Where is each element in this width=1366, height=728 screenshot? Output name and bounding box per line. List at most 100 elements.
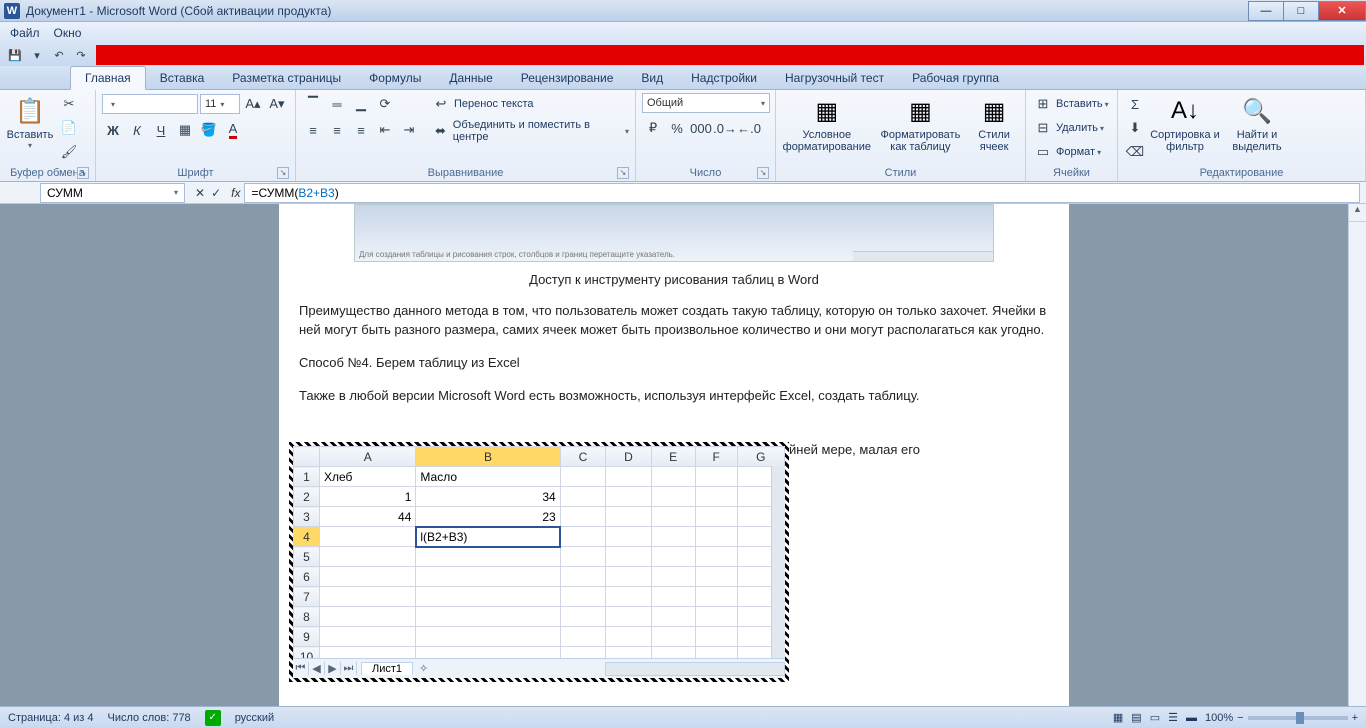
menu-file[interactable]: Файл	[10, 26, 40, 40]
dialog-launcher-icon[interactable]: ↘	[77, 167, 89, 179]
cell[interactable]	[651, 487, 695, 507]
cell[interactable]	[560, 547, 606, 567]
row-header[interactable]: 2	[294, 487, 320, 507]
delete-cells-button[interactable]: ⊟Удалить▾	[1032, 117, 1104, 139]
cell[interactable]	[320, 547, 416, 567]
cell[interactable]	[320, 527, 416, 547]
cell[interactable]	[606, 547, 652, 567]
cell[interactable]	[695, 627, 737, 647]
indent-inc-icon[interactable]: ⇥	[398, 119, 420, 141]
shrink-font-icon[interactable]: A▾	[266, 93, 288, 115]
cell[interactable]	[560, 507, 606, 527]
cell[interactable]	[695, 527, 737, 547]
cell-styles-button[interactable]: ▦Стили ячеек	[969, 93, 1019, 153]
cell[interactable]	[560, 467, 606, 487]
close-button[interactable]: ✕	[1318, 1, 1366, 21]
col-header[interactable]: G	[737, 447, 784, 467]
wrap-text-button[interactable]: ↩Перенос текста	[430, 93, 629, 115]
orientation-icon[interactable]: ⟳	[374, 93, 396, 115]
find-select-button[interactable]: 🔍Найти и выделить	[1224, 93, 1290, 153]
align-bottom-icon[interactable]: ▁	[350, 93, 372, 115]
select-all-corner[interactable]	[294, 447, 320, 467]
menu-window[interactable]: Окно	[54, 26, 82, 40]
cell[interactable]	[416, 627, 560, 647]
cell[interactable]: Масло	[416, 467, 560, 487]
cell[interactable]	[695, 567, 737, 587]
undo-icon[interactable]: ↶	[50, 46, 68, 64]
cell[interactable]	[695, 507, 737, 527]
save-icon[interactable]: 💾	[6, 46, 24, 64]
indent-dec-icon[interactable]: ⇤	[374, 119, 396, 141]
cell[interactable]: Хлеб	[320, 467, 416, 487]
format-painter-icon[interactable]: 🖌	[58, 141, 80, 163]
row-header[interactable]: 3	[294, 507, 320, 527]
enter-formula-icon[interactable]: ✓	[211, 186, 221, 200]
cell[interactable]	[320, 587, 416, 607]
cell[interactable]	[560, 647, 606, 659]
view-outline-icon[interactable]: ☰	[1168, 711, 1178, 724]
zoom-slider[interactable]	[1248, 716, 1348, 720]
tab-team[interactable]: Рабочая группа	[898, 67, 1013, 89]
dialog-launcher-icon[interactable]: ↘	[277, 167, 289, 179]
cell[interactable]	[651, 627, 695, 647]
col-header[interactable]: A	[320, 447, 416, 467]
tab-data[interactable]: Данные	[435, 67, 506, 89]
sheet-nav-next-icon[interactable]: ▶	[325, 662, 341, 675]
clear-icon[interactable]: ⌫	[1124, 141, 1146, 163]
col-header[interactable]: D	[606, 447, 652, 467]
tab-loadtest[interactable]: Нагрузочный тест	[771, 67, 898, 89]
comma-icon[interactable]: 000	[690, 117, 712, 139]
tab-layout[interactable]: Разметка страницы	[218, 67, 355, 89]
currency-icon[interactable]: ₽	[642, 117, 664, 139]
align-left-icon[interactable]: ≡	[302, 119, 324, 141]
grow-font-icon[interactable]: A▴	[242, 93, 264, 115]
sheet-tab[interactable]: Лист1	[361, 662, 413, 675]
fx-icon[interactable]: fx	[227, 186, 244, 200]
cancel-formula-icon[interactable]: ✕	[195, 186, 205, 200]
maximize-button[interactable]: □	[1283, 1, 1319, 21]
tab-view[interactable]: Вид	[627, 67, 677, 89]
cell[interactable]	[606, 567, 652, 587]
cell[interactable]	[320, 607, 416, 627]
percent-icon[interactable]: %	[666, 117, 688, 139]
status-language[interactable]: русский	[235, 712, 274, 724]
col-header[interactable]: C	[560, 447, 606, 467]
col-header[interactable]: F	[695, 447, 737, 467]
excel-hscroll[interactable]	[605, 662, 785, 676]
minimize-button[interactable]: —	[1248, 1, 1284, 21]
cell[interactable]	[606, 647, 652, 659]
align-right-icon[interactable]: ≡	[350, 119, 372, 141]
cell[interactable]	[695, 467, 737, 487]
cell[interactable]	[606, 467, 652, 487]
tab-insert[interactable]: Вставка	[146, 67, 219, 89]
format-cells-button[interactable]: ▭Формат▾	[1032, 141, 1101, 163]
tab-review[interactable]: Рецензирование	[507, 67, 628, 89]
cell[interactable]	[606, 627, 652, 647]
borders-icon[interactable]: ▦	[174, 119, 196, 141]
dialog-launcher-icon[interactable]: ↘	[617, 167, 629, 179]
cell[interactable]	[416, 607, 560, 627]
cell[interactable]	[695, 587, 737, 607]
cell[interactable]	[320, 567, 416, 587]
cell[interactable]	[651, 547, 695, 567]
col-header[interactable]: E	[651, 447, 695, 467]
cell[interactable]: 23	[416, 507, 560, 527]
status-page[interactable]: Страница: 4 из 4	[8, 712, 94, 724]
font-size-combo[interactable]: 11▾	[200, 94, 240, 114]
cell[interactable]: 1	[320, 487, 416, 507]
cell[interactable]	[560, 567, 606, 587]
cell[interactable]: 44	[320, 507, 416, 527]
view-web-icon[interactable]: ▭	[1150, 711, 1160, 724]
cell[interactable]	[560, 587, 606, 607]
name-box[interactable]: СУММ▾	[40, 183, 185, 203]
status-words[interactable]: Число слов: 778	[108, 712, 191, 724]
insert-cells-button[interactable]: ⊞Вставить▾	[1032, 93, 1109, 115]
cell[interactable]: 34	[416, 487, 560, 507]
merge-center-button[interactable]: ⬌Объединить и поместить в центре▾	[430, 119, 629, 143]
number-format-combo[interactable]: Общий▾	[642, 93, 770, 113]
row-header[interactable]: 10	[294, 647, 320, 659]
view-read-icon[interactable]: ▤	[1131, 711, 1141, 724]
row-header[interactable]: 4	[294, 527, 320, 547]
fill-color-icon[interactable]: 🪣	[198, 119, 220, 141]
cell[interactable]	[695, 647, 737, 659]
